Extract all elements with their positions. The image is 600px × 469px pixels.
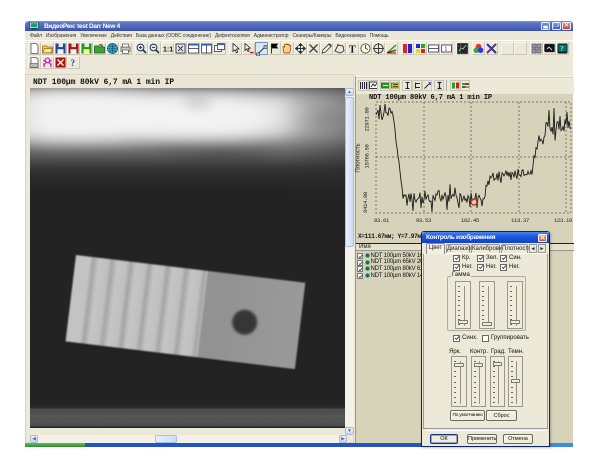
svg-text:?: ? <box>560 44 564 53</box>
svg-text:1: 1 <box>445 47 448 53</box>
svg-text:T: T <box>349 45 356 55</box>
svg-text:?: ? <box>71 58 76 68</box>
svg-text:1:1: 1:1 <box>163 47 173 54</box>
